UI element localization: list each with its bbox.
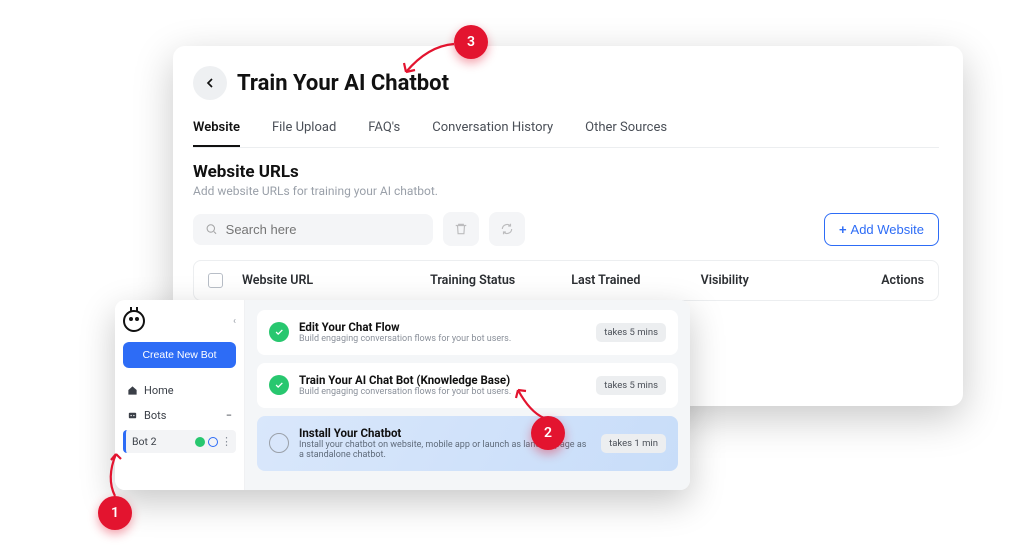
select-all-checkbox[interactable]: [208, 273, 223, 288]
annotation-badge-3: 3: [454, 25, 488, 59]
col-training-status: Training Status: [430, 273, 571, 288]
home-icon: [127, 385, 138, 396]
tab-website[interactable]: Website: [193, 114, 240, 147]
time-badge: takes 1 min: [601, 434, 666, 453]
step-done-icon: [269, 375, 289, 395]
tab-file-upload[interactable]: File Upload: [272, 114, 336, 147]
tab-faqs[interactable]: FAQ's: [368, 114, 400, 147]
add-website-button[interactable]: +Add Website: [824, 213, 939, 246]
tab-conversation-history[interactable]: Conversation History: [432, 114, 553, 147]
tabs-bar: Website File Upload FAQ's Conversation H…: [193, 114, 939, 148]
time-badge: takes 5 mins: [596, 376, 666, 395]
step-train-ai-chatbot[interactable]: Train Your AI Chat Bot (Knowledge Base) …: [257, 363, 678, 408]
search-box[interactable]: [193, 214, 433, 245]
annotation-badge-2: 2: [531, 416, 565, 450]
section-subtitle: Add website URLs for training your AI ch…: [193, 184, 939, 198]
onboarding-steps-list: Edit Your Chat Flow Build engaging conve…: [245, 300, 690, 490]
bot-more-button[interactable]: ⋮: [221, 435, 232, 448]
sidebar: ‹ Create New Bot Home Bots − Bot 2 ⋮: [115, 300, 245, 490]
col-actions: Actions: [818, 273, 924, 288]
step-install-chatbot[interactable]: Install Your Chatbot Install your chatbo…: [257, 416, 678, 472]
table-header: Website URL Training Status Last Trained…: [193, 260, 939, 301]
refresh-button[interactable]: [489, 212, 525, 246]
sidebar-bot-item[interactable]: Bot 2 ⋮: [123, 430, 236, 453]
bots-icon: [127, 410, 138, 421]
annotation-badge-1: 1: [98, 496, 132, 530]
status-active-icon: [195, 437, 205, 447]
arrow-left-icon: [202, 75, 218, 91]
step-subtitle: Build engaging conversation flows for yo…: [299, 334, 586, 345]
check-icon: [274, 380, 284, 390]
col-website-url: Website URL: [242, 273, 430, 288]
panel-header: Train Your AI Chatbot: [193, 66, 939, 100]
step-edit-chat-flow[interactable]: Edit Your Chat Flow Build engaging conve…: [257, 310, 678, 355]
col-visibility: Visibility: [701, 273, 819, 288]
tab-other-sources[interactable]: Other Sources: [585, 114, 667, 147]
bot-name-label: Bot 2: [132, 435, 156, 448]
create-new-bot-button[interactable]: Create New Bot: [123, 342, 236, 368]
annotation-arrow-3-icon: [398, 42, 458, 82]
back-button[interactable]: [193, 66, 227, 100]
search-icon: [205, 222, 218, 236]
search-input[interactable]: [226, 222, 421, 237]
nav-bots[interactable]: Bots −: [123, 403, 236, 428]
step-pending-icon: [269, 433, 289, 453]
minus-icon: −: [226, 409, 232, 422]
nav-home[interactable]: Home: [123, 378, 236, 403]
toolbar: +Add Website: [193, 212, 939, 246]
nav-bots-label: Bots: [144, 409, 166, 422]
globe-icon: [208, 437, 218, 447]
app-logo-icon: [123, 310, 145, 332]
annotation-arrow-1-icon: [100, 448, 130, 498]
nav-home-label: Home: [144, 384, 174, 397]
delete-button[interactable]: [443, 212, 479, 246]
time-badge: takes 5 mins: [596, 323, 666, 342]
step-done-icon: [269, 322, 289, 342]
add-website-label: Add Website: [851, 222, 924, 237]
trash-icon: [454, 222, 468, 236]
col-last-trained: Last Trained: [571, 273, 700, 288]
onboarding-overlay-panel: ‹ Create New Bot Home Bots − Bot 2 ⋮: [115, 300, 690, 490]
check-icon: [274, 327, 284, 337]
collapse-sidebar-button[interactable]: ‹: [233, 316, 236, 327]
section-title: Website URLs: [193, 162, 939, 182]
step-title: Edit Your Chat Flow: [299, 320, 586, 334]
refresh-icon: [500, 222, 514, 236]
